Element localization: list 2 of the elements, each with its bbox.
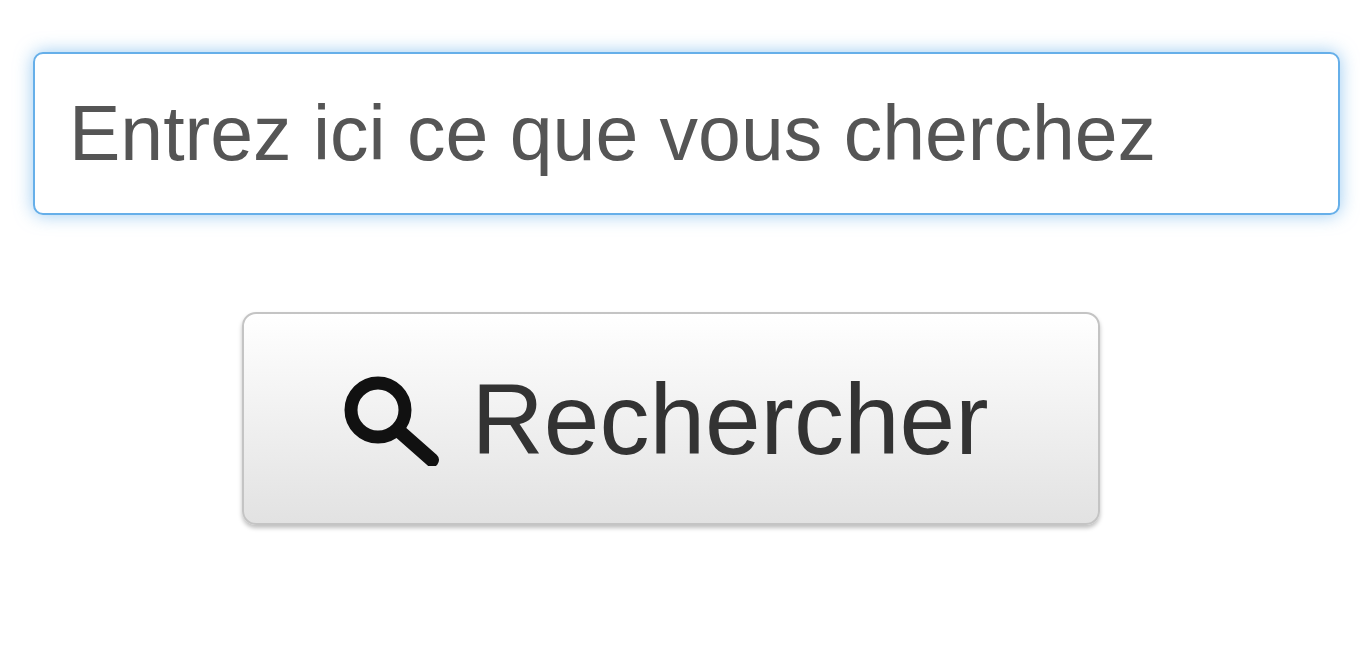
search-field[interactable]: Entrez ici ce que vous cherchez [33, 52, 1340, 215]
search-button[interactable]: Rechercher [242, 312, 1100, 525]
